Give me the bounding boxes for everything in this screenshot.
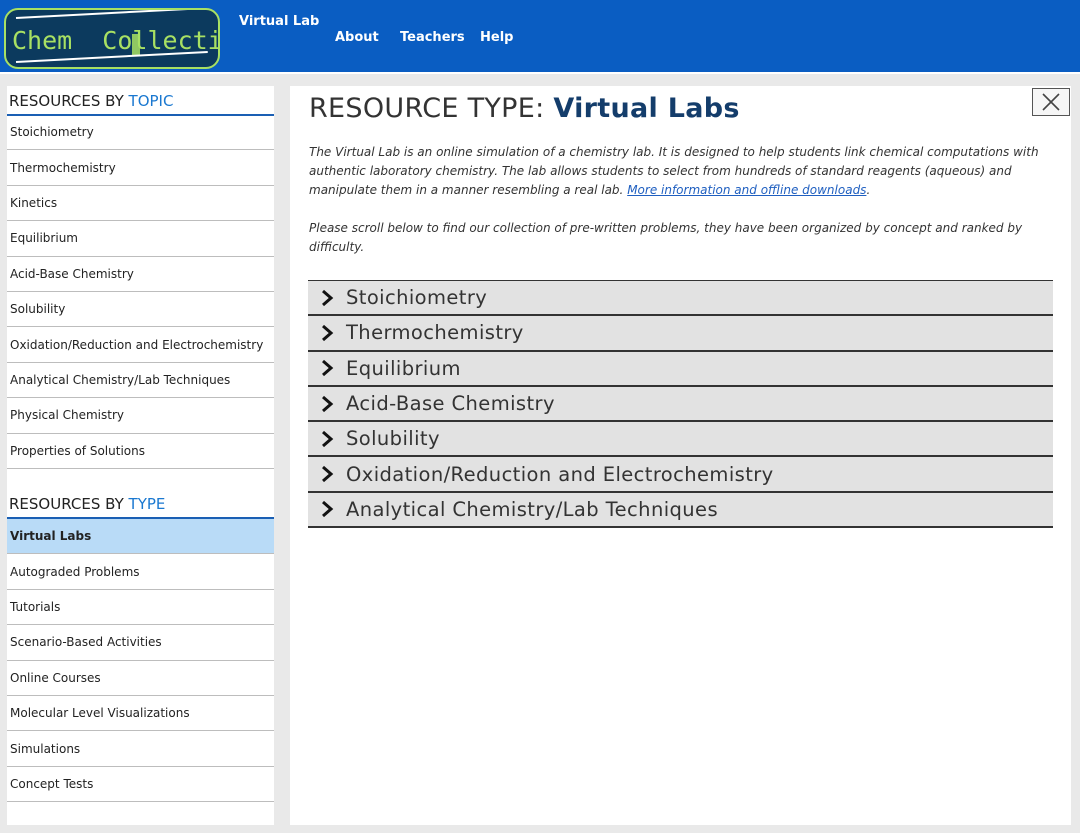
- chevron-right-icon: [308, 281, 346, 314]
- sidebar-item-scenario[interactable]: Scenario-Based Activities: [7, 625, 274, 661]
- nav-teachers[interactable]: Teachers: [400, 30, 465, 45]
- sidebar-item-solutions[interactable]: Properties of Solutions: [7, 434, 274, 469]
- type-heading-accent: TYPE: [128, 495, 166, 513]
- chevron-right-icon: [308, 316, 346, 349]
- nav-brand-virtual-lab[interactable]: Virtual Lab: [239, 14, 319, 29]
- close-button[interactable]: [1032, 88, 1070, 116]
- section-analytical[interactable]: Analytical Chemistry/Lab Techniques: [308, 492, 1053, 529]
- sidebar-item-solubility[interactable]: Solubility: [7, 292, 274, 328]
- section-accordion: Stoichiometry Thermochemistry Equilibriu…: [308, 280, 1053, 529]
- section-label: Equilibrium: [346, 356, 461, 380]
- sidebar-item-concept-tests[interactable]: Concept Tests: [7, 767, 274, 803]
- sidebar-item-equilibrium[interactable]: Equilibrium: [7, 221, 274, 257]
- topic-heading-accent: TOPIC: [128, 92, 174, 110]
- chemcollective-logo[interactable]: Chem Collective: [4, 8, 220, 69]
- sidebar-item-molecular[interactable]: Molecular Level Visualizations: [7, 696, 274, 732]
- section-label: Oxidation/Reduction and Electrochemistry: [346, 462, 774, 486]
- section-equilibrium[interactable]: Equilibrium: [308, 351, 1053, 387]
- nav-help[interactable]: Help: [480, 30, 513, 45]
- chevron-right-icon: [308, 387, 346, 420]
- title-accent: Virtual Labs: [553, 93, 740, 124]
- section-acid-base[interactable]: Acid-Base Chemistry: [308, 386, 1053, 423]
- chevron-right-icon: [308, 457, 346, 490]
- chevron-right-icon: [308, 422, 346, 455]
- section-label: Thermochemistry: [346, 321, 524, 345]
- sidebar-item-stoichiometry[interactable]: Stoichiometry: [7, 115, 274, 151]
- main-content: RESOURCE TYPE: Virtual Labs The Virtual …: [290, 86, 1071, 825]
- sidebar-item-autograded[interactable]: Autograded Problems: [7, 554, 274, 590]
- nav-about[interactable]: About: [335, 30, 379, 45]
- sidebar-item-analytical[interactable]: Analytical Chemistry/Lab Techniques: [7, 363, 274, 399]
- sidebar-item-virtual-labs[interactable]: Virtual Labs: [7, 519, 274, 555]
- section-solubility[interactable]: Solubility: [308, 422, 1053, 458]
- page-title: RESOURCE TYPE: Virtual Labs: [309, 93, 740, 124]
- description-paragraph: The Virtual Lab is an online simulation …: [309, 143, 1049, 200]
- sidebar-item-acid-base[interactable]: Acid-Base Chemistry: [7, 257, 274, 292]
- section-label: Solubility: [346, 427, 440, 451]
- scroll-instructions: Please scroll below to find our collecti…: [309, 221, 1023, 254]
- section-thermochemistry[interactable]: Thermochemistry: [308, 316, 1053, 352]
- chevron-right-icon: [308, 493, 346, 526]
- section-label: Stoichiometry: [346, 286, 488, 310]
- site-header: Chem Collective Virtual Lab About Teache…: [0, 0, 1080, 74]
- type-heading-prefix: RESOURCES BY: [9, 495, 129, 513]
- sidebar-item-kinetics[interactable]: Kinetics: [7, 186, 274, 222]
- description-end: .: [866, 183, 871, 197]
- sidebar-item-simulations[interactable]: Simulations: [7, 731, 274, 767]
- logo-text: Chem Collective: [12, 26, 218, 55]
- sidebar-item-online-courses[interactable]: Online Courses: [7, 661, 274, 696]
- section-label: Analytical Chemistry/Lab Techniques: [346, 497, 719, 521]
- resources-by-topic-heading: RESOURCES BY TOPIC: [7, 86, 274, 116]
- sidebar-item-tutorials[interactable]: Tutorials: [7, 590, 274, 626]
- topic-list: Stoichiometry Thermochemistry Kinetics E…: [7, 115, 274, 469]
- resources-by-type-heading: RESOURCES BY TYPE: [7, 489, 274, 519]
- sidebar: RESOURCES BY TOPIC Stoichiometry Thermoc…: [7, 86, 274, 825]
- type-list: Virtual Labs Autograded Problems Tutoria…: [7, 519, 274, 803]
- section-redox[interactable]: Oxidation/Reduction and Electrochemistry: [308, 457, 1053, 493]
- topic-heading-prefix: RESOURCES BY: [9, 92, 129, 110]
- section-label: Acid-Base Chemistry: [346, 392, 555, 416]
- sidebar-item-redox[interactable]: Oxidation/Reduction and Electrochemistry: [7, 327, 274, 363]
- section-stoichiometry[interactable]: Stoichiometry: [308, 281, 1053, 317]
- sidebar-item-physical[interactable]: Physical Chemistry: [7, 398, 274, 434]
- more-info-link[interactable]: More information and offline downloads: [627, 183, 866, 197]
- sidebar-item-thermochemistry[interactable]: Thermochemistry: [7, 150, 274, 186]
- chevron-right-icon: [308, 352, 346, 385]
- title-prefix: RESOURCE TYPE:: [309, 93, 554, 124]
- logo-line-top: [15, 10, 208, 19]
- close-icon: [1042, 93, 1060, 111]
